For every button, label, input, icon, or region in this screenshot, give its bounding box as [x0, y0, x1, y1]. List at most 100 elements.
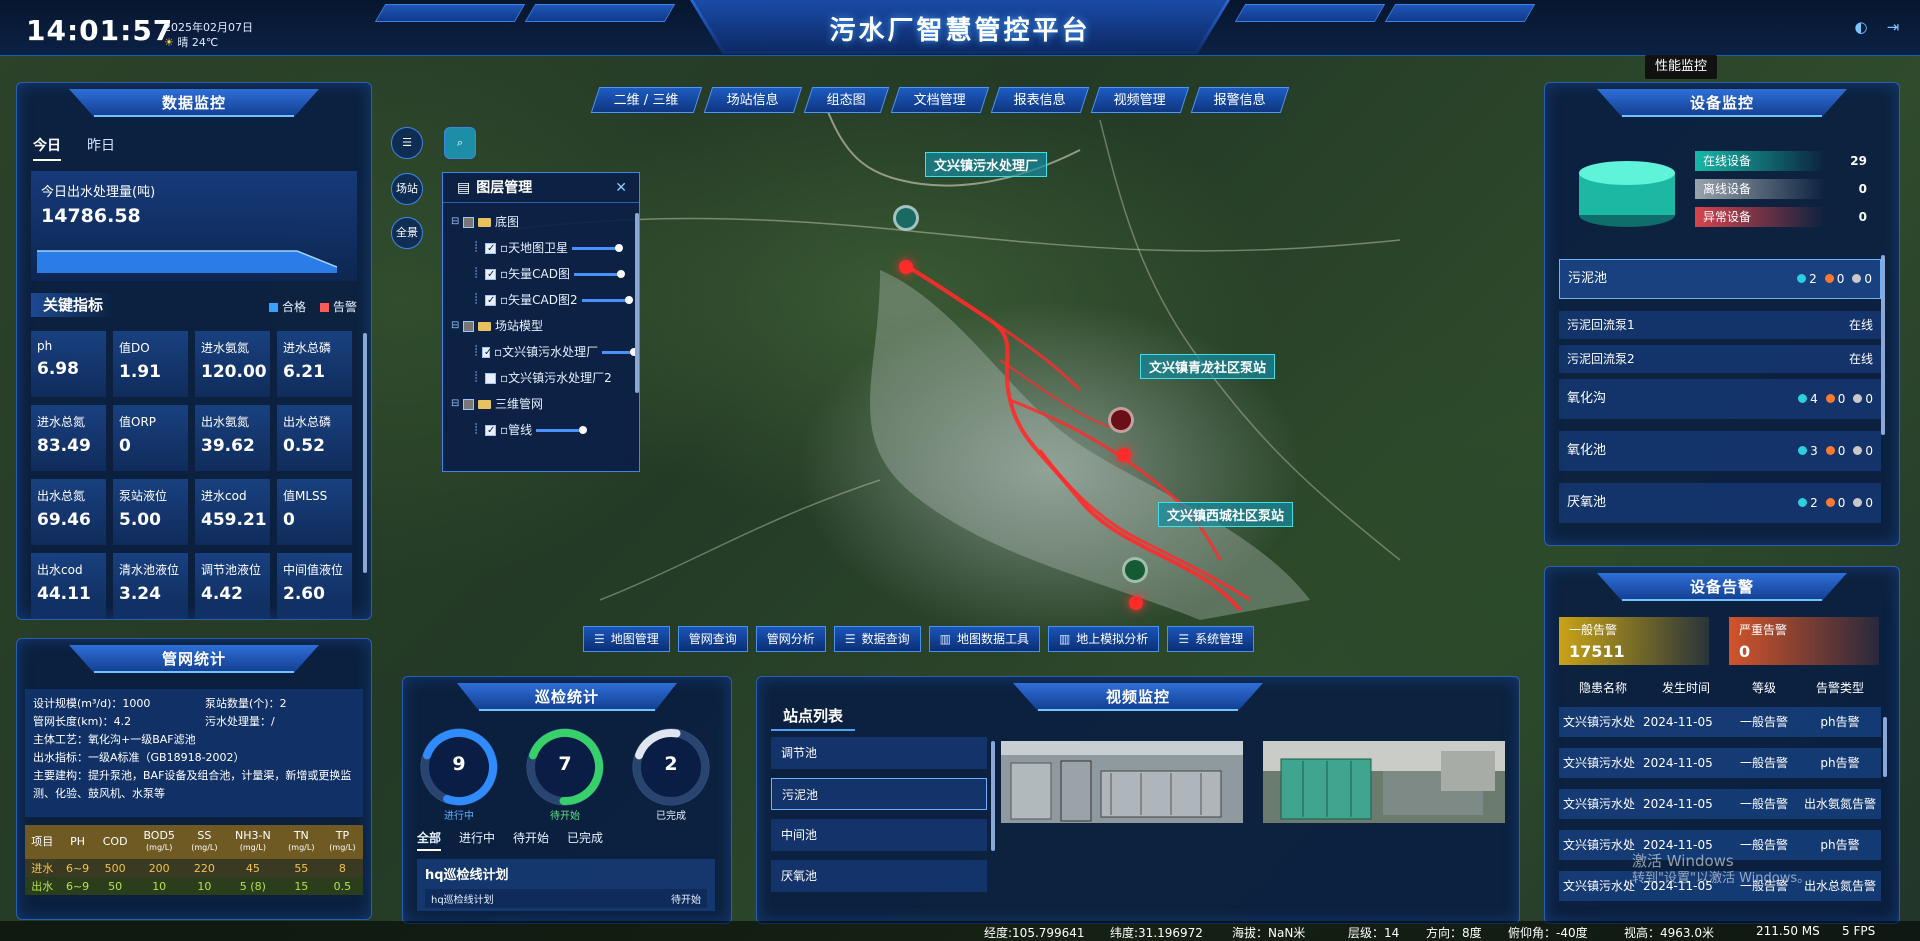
logout-icon[interactable]: ⇥ [1884, 18, 1902, 36]
layer-checkbox[interactable] [485, 372, 496, 384]
plant-marker-icon[interactable] [893, 205, 919, 231]
layer-checkbox[interactable] [485, 288, 496, 314]
layer-checkbox[interactable] [463, 398, 474, 410]
station-item[interactable]: 中间池 [771, 819, 987, 851]
opacity-slider[interactable] [573, 269, 625, 278]
layer-checkbox[interactable] [485, 262, 496, 288]
map-tool-button[interactable]: ☰ 地图管理 [583, 626, 670, 652]
qinglong-station-marker-icon[interactable] [1108, 407, 1134, 433]
layer-item[interactable]: ┊ ▫矢量CAD图2 [447, 287, 635, 314]
kpi-label: 清水池液位 [119, 563, 180, 577]
panorama-button[interactable]: 全景 [391, 217, 423, 249]
layer-item[interactable]: ┊ ▫ 文兴镇污水处理厂2 [447, 365, 635, 391]
severe-alarm-card[interactable]: 严重告警 0 [1729, 617, 1879, 665]
layer-checkbox[interactable] [485, 236, 496, 262]
map-tool-button[interactable]: 管网分析 [755, 626, 826, 652]
opacity-slider[interactable] [536, 425, 588, 434]
video-feed-2[interactable] [1263, 741, 1505, 823]
alarm-row[interactable]: 文兴镇污水处 2024-11-05 一般告警 出水氨氮告警 [1559, 789, 1881, 819]
map-nav-button[interactable]: 文档管理 [890, 87, 989, 113]
scrollbar[interactable] [991, 741, 995, 851]
opacity-slider[interactable] [572, 243, 624, 252]
layer-folder[interactable]: ⊟ 三维管网 [447, 391, 635, 417]
map-nav-button[interactable]: 报表信息 [990, 87, 1089, 113]
patrol-tab[interactable]: 全部 [417, 829, 442, 851]
tab-today[interactable]: 今日 [33, 135, 61, 161]
general-alarm-card[interactable]: 一般告警 17511 [1559, 617, 1709, 665]
map-nav-button[interactable]: 二维 / 三维 [590, 87, 702, 113]
patrol-tab[interactable]: 已完成 [567, 829, 603, 851]
map-nav-button[interactable]: 视频管理 [1090, 87, 1189, 113]
alarm-point-icon[interactable] [1129, 596, 1143, 610]
search-icon[interactable]: ⌕ [444, 127, 476, 159]
map-label-qinglong-station[interactable]: 文兴镇青龙社区泵站 [1140, 354, 1276, 379]
kpi-title: 关键指标 [31, 293, 116, 317]
equipment-name: 污泥池 [1568, 271, 1608, 286]
alarm-row[interactable]: 文兴镇污水处 2024-11-05 一般告警 ph告警 [1559, 707, 1881, 737]
layer-checkbox[interactable] [481, 340, 492, 366]
count-item: 3 [1798, 431, 1818, 471]
video-feed-1[interactable] [1001, 741, 1243, 823]
equipment-item[interactable]: 污泥池 2 0 0 [1559, 259, 1881, 299]
alarm-row[interactable]: 文兴镇污水处 2024-11-05 一般告警 ph告警 [1559, 748, 1881, 778]
layer-checkbox[interactable] [463, 216, 474, 228]
layer-folder[interactable]: ⊟ 底图 [447, 209, 635, 235]
table-cell: 10 [183, 877, 225, 895]
patrol-ring[interactable]: 7 待开始 [523, 725, 607, 822]
patrol-tab[interactable]: 进行中 [459, 829, 495, 851]
scrollbar[interactable] [635, 213, 639, 393]
station-item[interactable]: 厌氧池 [771, 860, 987, 892]
count-value: 0 [1836, 272, 1845, 286]
patrol-ring[interactable]: 9 进行中 [417, 725, 501, 822]
collapse-icon[interactable]: ⊟ [451, 313, 461, 339]
layers-icon[interactable]: ☰ [391, 127, 423, 159]
station-item[interactable]: 调节池 [771, 737, 987, 769]
equipment-item[interactable]: 氧化池 3 0 0 [1559, 431, 1881, 471]
alarm-point-icon[interactable] [899, 260, 913, 274]
patrol-tab[interactable]: 待开始 [513, 829, 549, 851]
station-item[interactable]: 污泥池 [771, 778, 987, 810]
layer-folder[interactable]: ⊟ 场站模型 [447, 313, 635, 339]
performance-toggle-icon[interactable]: ◐ [1852, 18, 1870, 36]
map-tool-button[interactable]: 管网查询 [677, 626, 748, 652]
alarm-point-icon[interactable] [1117, 448, 1131, 462]
equipment-status: 在线 [1848, 318, 1873, 332]
scrollbar[interactable] [1881, 255, 1885, 435]
map-nav-button[interactable]: 报警信息 [1190, 87, 1289, 113]
scrollbar[interactable] [363, 333, 367, 573]
tab-yesterday[interactable]: 昨日 [87, 135, 115, 161]
map-tool-button[interactable]: ▥ 地图数据工具 [928, 626, 1040, 652]
layer-item[interactable]: ┊ ▫天地图卫星 [447, 235, 635, 262]
equipment-item[interactable]: 氧化沟 4 0 0 [1559, 379, 1881, 419]
map-label-plant[interactable]: 文兴镇污水处理厂 [925, 152, 1048, 177]
station-button[interactable]: 场站 [391, 173, 423, 205]
xicheng-station-marker-icon[interactable] [1122, 557, 1148, 583]
opacity-slider[interactable] [581, 295, 633, 304]
close-icon[interactable]: ✕ [615, 173, 627, 203]
layer-item[interactable]: ┊ ▫矢量CAD图 [447, 261, 635, 288]
scrollbar[interactable] [1883, 717, 1887, 777]
layer-item[interactable]: ┊ ▫管线 [447, 417, 635, 444]
equipment-item[interactable]: 污泥回流泵1 在线 [1559, 311, 1881, 339]
opacity-slider[interactable] [602, 347, 638, 356]
layer-checkbox[interactable] [485, 418, 496, 444]
layer-checkbox[interactable] [463, 320, 474, 332]
map-tool-button[interactable]: ☰ 数据查询 [833, 626, 921, 652]
patrol-ring[interactable]: 2 已完成 [629, 725, 713, 822]
equipment-item[interactable]: 污泥回流泵2 在线 [1559, 345, 1881, 373]
patrol-plan-card[interactable]: hq巡检线计划 hq巡检线计划 待开始 [417, 859, 715, 911]
collapse-icon[interactable]: ⊟ [451, 209, 461, 235]
map-tool-button[interactable]: ▥ 地上模拟分析 [1047, 626, 1160, 652]
collapse-icon[interactable]: ⊟ [451, 391, 461, 417]
watermark-line2: 转到"设置"以激活 Windows。 [1632, 871, 1811, 886]
map-nav-button[interactable]: 场站信息 [703, 87, 802, 113]
kpi-card: 出水氨氮 39.62 [195, 405, 270, 471]
map-tool-button[interactable]: ☰ 系统管理 [1167, 626, 1255, 652]
map-nav-button[interactable]: 组态图 [803, 87, 889, 113]
fps: 5 FPS [1842, 924, 1876, 938]
equipment-item[interactable]: 厌氧池 2 0 0 [1559, 483, 1881, 523]
kpi-label: 进水氨氮 [201, 341, 250, 355]
layer-item[interactable]: ┊ ▫文兴镇污水处理厂 [447, 339, 638, 366]
equipment-counts: 4 0 0 [1798, 379, 1873, 419]
map-label-xicheng-station[interactable]: 文兴镇西城社区泵站 [1158, 502, 1294, 527]
